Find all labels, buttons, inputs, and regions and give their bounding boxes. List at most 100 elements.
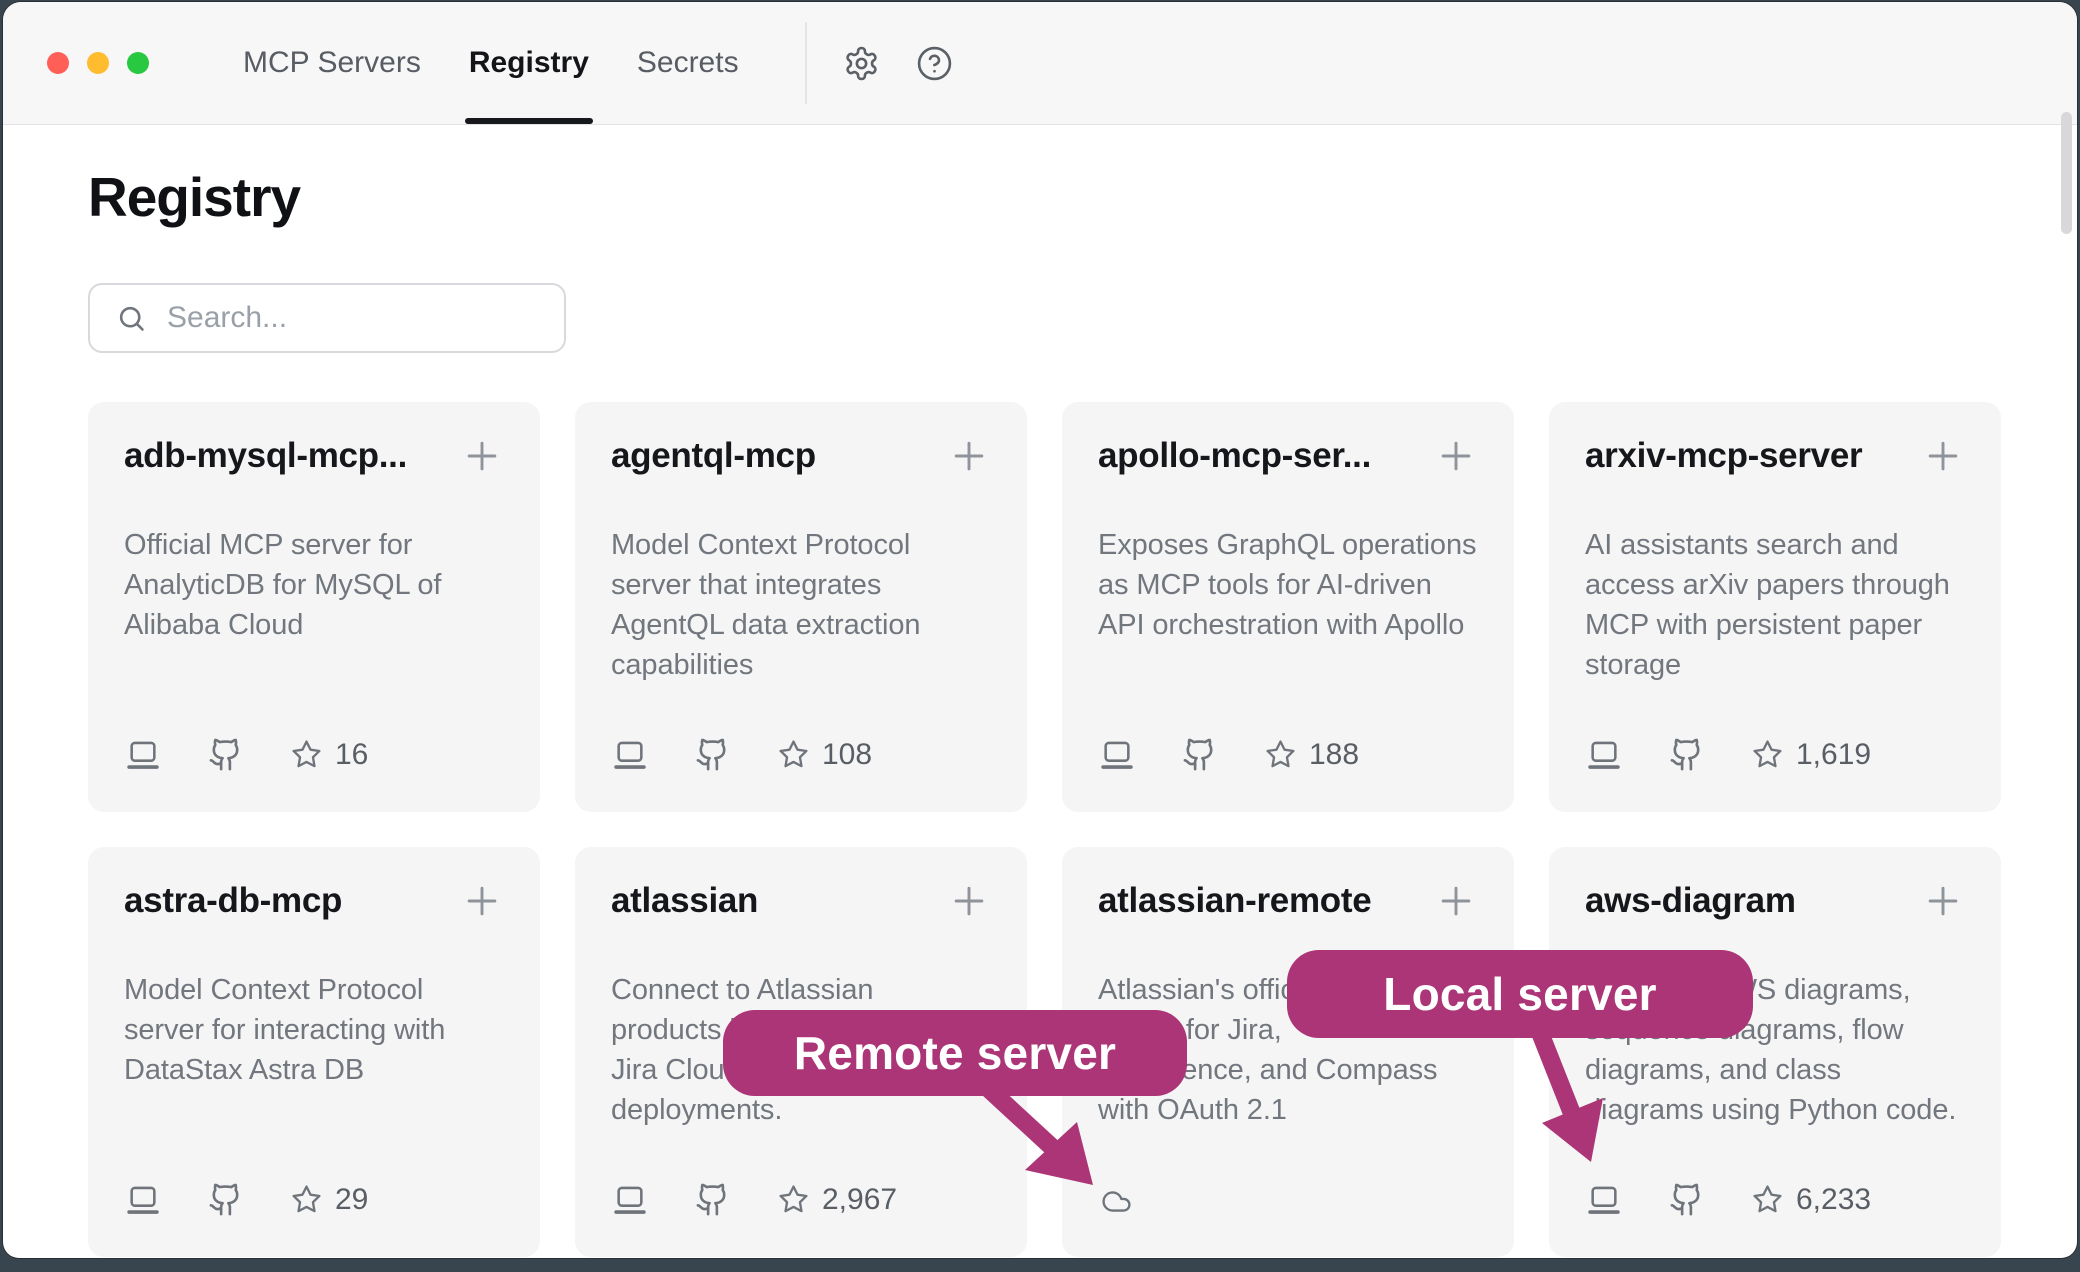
plus-icon <box>947 879 991 923</box>
card-header: astra-db-mcp <box>124 881 504 928</box>
gear-icon <box>843 45 880 82</box>
star-count: 6,233 <box>1796 1183 1871 1217</box>
card-header: adb-mysql-mcp... <box>124 436 504 483</box>
github-icon[interactable] <box>1182 737 1217 772</box>
laptop-icon <box>124 738 162 772</box>
titlebar-divider <box>805 22 807 104</box>
github-icon[interactable] <box>695 1182 730 1217</box>
add-server-button[interactable] <box>947 879 991 928</box>
plus-icon <box>1921 434 1965 478</box>
add-server-button[interactable] <box>460 879 504 928</box>
plus-icon <box>1921 879 1965 923</box>
card-header: arxiv-mcp-server <box>1585 436 1965 483</box>
star-count: 29 <box>335 1183 368 1217</box>
server-name: atlassian <box>611 881 758 921</box>
server-description: Connect to Atlassianproducts includingJi… <box>611 970 991 1130</box>
card-header: atlassian-remote <box>1098 881 1478 928</box>
help-button[interactable] <box>916 45 953 82</box>
github-icon[interactable] <box>208 737 243 772</box>
laptop-icon <box>1585 738 1623 772</box>
star-count: 108 <box>822 738 872 772</box>
settings-button[interactable] <box>843 45 880 82</box>
tab-mcp-servers[interactable]: MCP Servers <box>219 2 445 124</box>
server-description: Generate AWS diagrams,sequence diagrams,… <box>1585 970 1965 1130</box>
minimize-button[interactable] <box>87 52 109 74</box>
star-group: 2,967 <box>778 1183 897 1217</box>
titlebar: MCP Servers Registry Secrets <box>3 2 2077 125</box>
server-description: Exposes GraphQL operationsas MCP tools f… <box>1098 525 1478 645</box>
server-card[interactable]: astra-db-mcp Model Context Protocolserve… <box>88 847 540 1257</box>
plus-icon <box>1434 434 1478 478</box>
add-server-button[interactable] <box>1921 879 1965 928</box>
laptop-icon <box>124 1183 162 1217</box>
tab-secrets[interactable]: Secrets <box>613 2 763 124</box>
server-card[interactable]: apollo-mcp-ser... Exposes GraphQL operat… <box>1062 402 1514 812</box>
server-description: Official MCP server forAnalyticDB for My… <box>124 525 504 645</box>
card-footer: 1,619 <box>1585 737 1965 772</box>
card-footer: 2,967 <box>611 1182 991 1217</box>
server-card[interactable]: atlassian Connect to Atlassianproducts i… <box>575 847 1027 1257</box>
star-group: 16 <box>291 738 368 772</box>
app-window: MCP Servers Registry Secrets Registry <box>3 2 2077 1258</box>
server-grid: adb-mysql-mcp... Official MCP server for… <box>88 402 2077 1257</box>
add-server-button[interactable] <box>947 434 991 483</box>
plus-icon <box>460 434 504 478</box>
add-server-button[interactable] <box>1921 434 1965 483</box>
star-group: 29 <box>291 1183 368 1217</box>
card-header: agentql-mcp <box>611 436 991 483</box>
plus-icon <box>947 434 991 478</box>
card-footer: 6,233 <box>1585 1182 1965 1217</box>
cloud-icon <box>1098 1186 1135 1217</box>
add-server-button[interactable] <box>1434 434 1478 483</box>
server-name: astra-db-mcp <box>124 881 342 921</box>
star-group: 1,619 <box>1752 738 1871 772</box>
star-count: 188 <box>1309 738 1359 772</box>
server-card[interactable]: atlassian-remote Atlassian's official MC… <box>1062 847 1514 1257</box>
star-icon <box>778 739 809 770</box>
card-footer: 188 <box>1098 737 1478 772</box>
star-count: 1,619 <box>1796 738 1871 772</box>
star-icon <box>1752 1184 1783 1215</box>
github-icon[interactable] <box>1669 1182 1704 1217</box>
server-card[interactable]: agentql-mcp Model Context Protocolserver… <box>575 402 1027 812</box>
github-icon[interactable] <box>208 1182 243 1217</box>
server-name: aws-diagram <box>1585 881 1796 921</box>
tab-registry[interactable]: Registry <box>445 2 613 124</box>
card-footer: 16 <box>124 737 504 772</box>
server-name: adb-mysql-mcp... <box>124 436 407 476</box>
search-icon <box>116 303 147 334</box>
star-icon <box>291 739 322 770</box>
laptop-icon <box>611 738 649 772</box>
add-server-button[interactable] <box>460 434 504 483</box>
server-card[interactable]: arxiv-mcp-server AI assistants search an… <box>1549 402 2001 812</box>
card-footer: 29 <box>124 1182 504 1217</box>
github-icon[interactable] <box>1669 737 1704 772</box>
laptop-icon <box>611 1183 649 1217</box>
search-input[interactable] <box>167 301 547 335</box>
github-icon[interactable] <box>695 737 730 772</box>
card-header: atlassian <box>611 881 991 928</box>
zoom-button[interactable] <box>127 52 149 74</box>
star-icon <box>291 1184 322 1215</box>
card-header: aws-diagram <box>1585 881 1965 928</box>
help-circle-icon <box>916 45 953 82</box>
scrollbar-thumb[interactable] <box>2061 112 2072 234</box>
star-group: 108 <box>778 738 872 772</box>
traffic-lights <box>47 52 149 74</box>
server-card[interactable]: aws-diagram Generate AWS diagrams,sequen… <box>1549 847 2001 1257</box>
add-server-button[interactable] <box>1434 879 1478 928</box>
star-icon <box>1265 739 1296 770</box>
server-description: AI assistants search andaccess arXiv pap… <box>1585 525 1965 685</box>
page-title: Registry <box>88 165 2077 229</box>
star-group: 6,233 <box>1752 1183 1871 1217</box>
main-tabs: MCP Servers Registry Secrets <box>219 2 763 124</box>
server-name: apollo-mcp-ser... <box>1098 436 1371 476</box>
star-icon <box>1752 739 1783 770</box>
laptop-icon <box>1585 1183 1623 1217</box>
plus-icon <box>1434 879 1478 923</box>
card-footer: 108 <box>611 737 991 772</box>
server-card[interactable]: adb-mysql-mcp... Official MCP server for… <box>88 402 540 812</box>
card-header: apollo-mcp-ser... <box>1098 436 1478 483</box>
close-button[interactable] <box>47 52 69 74</box>
server-name: arxiv-mcp-server <box>1585 436 1862 476</box>
